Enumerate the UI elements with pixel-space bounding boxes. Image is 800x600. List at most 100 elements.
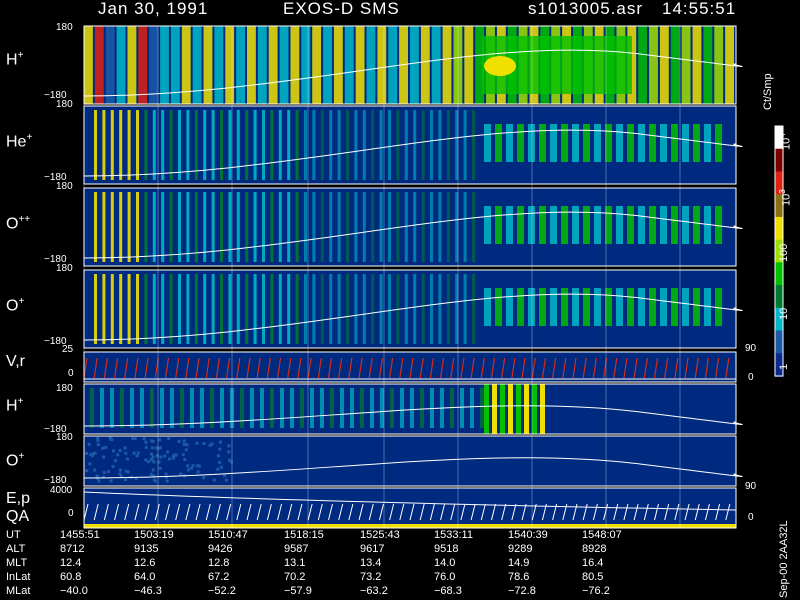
spectrogram-column <box>245 192 249 262</box>
spectrogram-column <box>627 288 634 326</box>
spectrogram-column <box>194 110 198 180</box>
spectrogram-column <box>354 274 358 344</box>
spectrogram-pixel <box>182 439 186 443</box>
spectrogram-column <box>323 26 332 104</box>
spectrogram-column <box>540 384 545 434</box>
spectrogram-column <box>388 110 391 180</box>
spectrogram-column <box>472 192 475 262</box>
spectrogram-column <box>413 192 417 262</box>
spectrogram-column <box>470 388 474 428</box>
spectrogram-column <box>110 110 114 180</box>
spectrogram-pixel <box>149 452 153 456</box>
spectrogram-column <box>312 274 316 344</box>
spectrogram-column <box>638 124 645 162</box>
spectrogram-pixel <box>202 476 206 480</box>
spectrogram-column <box>160 388 164 428</box>
spectrogram-column <box>278 192 282 262</box>
spectrogram-column <box>330 388 334 428</box>
spectrogram-column <box>346 110 349 180</box>
spectrogram-pixel <box>191 464 195 468</box>
spectrogram-column <box>682 206 689 244</box>
spectrogram-column <box>144 274 148 344</box>
spectrogram-column <box>430 274 433 344</box>
spectrogram-pixel <box>114 459 118 463</box>
spectrogram-column <box>94 274 97 344</box>
spectrogram-column <box>250 388 254 428</box>
spectrogram-column <box>539 206 546 244</box>
spectrogram-pixel <box>87 442 91 446</box>
table-cell: 12.4 <box>60 557 82 569</box>
spectrogram-column <box>340 388 344 428</box>
spectrogram-column <box>295 192 299 262</box>
spectrogram-column <box>149 26 159 104</box>
spectrogram-column <box>594 206 601 244</box>
spectrogram-column <box>532 384 537 434</box>
spectrogram-pixel <box>118 449 122 453</box>
spectrogram-pixel <box>111 464 115 468</box>
spectrogram-column <box>136 192 139 262</box>
spectrogram-column <box>421 192 425 262</box>
spectrogram-pixel <box>150 439 154 443</box>
spectrogram-pixel <box>177 439 181 443</box>
spectrogram-column <box>430 110 433 180</box>
spectrogram-column <box>136 274 139 344</box>
spectrogram-column <box>528 206 535 244</box>
spectrogram-column <box>550 206 557 244</box>
spectrogram-column <box>152 274 156 344</box>
spectrogram-column <box>484 288 491 326</box>
spectrogram-column <box>102 274 106 344</box>
spectrogram-column <box>638 206 645 244</box>
spectrogram-column <box>480 388 484 428</box>
spectrogram-column <box>102 192 106 262</box>
spectrogram-column <box>660 124 667 162</box>
spectrogram-column <box>362 110 366 180</box>
spectrogram-column <box>295 274 299 344</box>
spectrogram-column <box>464 26 474 104</box>
colorbar-swatch <box>775 148 783 173</box>
spectrogram-column <box>84 26 93 104</box>
spectrogram-column <box>539 288 546 326</box>
spectrogram-pixel <box>144 445 148 449</box>
table-cell: 8712 <box>60 543 85 555</box>
spectrogram-pixel <box>186 464 190 468</box>
spectrogram-pixel <box>116 453 120 457</box>
spectrogram-column <box>225 26 235 104</box>
spectrogram-column <box>228 274 232 344</box>
spectrogram-pixel <box>149 472 153 476</box>
spectrogram-column <box>371 110 375 180</box>
spectrogram-column <box>390 388 394 428</box>
spectrogram-column <box>446 274 450 344</box>
table-cell: 9587 <box>284 543 309 555</box>
spectrogram-column <box>194 192 198 262</box>
table-row-label: MLat <box>6 585 31 597</box>
spectrogram-pixel <box>216 467 220 471</box>
spectrogram-column <box>301 26 311 104</box>
spectrogram-column <box>627 124 634 162</box>
spectrogram-column <box>329 110 333 180</box>
spectrogram-column <box>500 384 505 434</box>
table-cell: −40.0 <box>60 585 88 597</box>
spectrogram-column <box>192 26 202 104</box>
spectrogram-column <box>329 192 333 262</box>
spectrogram-column <box>517 124 524 162</box>
spectrogram-column <box>220 192 223 262</box>
spectrogram-column <box>329 274 333 344</box>
spectrogram-column <box>495 206 502 244</box>
spectrogram-column <box>119 274 123 344</box>
colorbar-swatch <box>775 262 783 287</box>
spectrogram-column <box>354 192 358 262</box>
spectrogram-column <box>495 288 502 326</box>
spectrogram-pixel <box>154 479 158 483</box>
spectrogram-column <box>594 288 601 326</box>
spectrogram-column <box>130 388 134 428</box>
spectrogram-pixel <box>151 468 155 472</box>
spectrogram-column <box>138 26 148 104</box>
spectrogram-pixel <box>181 453 185 457</box>
spectrogram-column <box>528 124 535 162</box>
spectrogram-column <box>245 110 249 180</box>
table-cell: 1510:47 <box>208 529 248 541</box>
spectrogram-pixel <box>218 461 222 465</box>
spectrogram-column <box>337 192 341 262</box>
colorbar-swatch <box>775 330 783 355</box>
spectrogram-column <box>253 110 257 180</box>
